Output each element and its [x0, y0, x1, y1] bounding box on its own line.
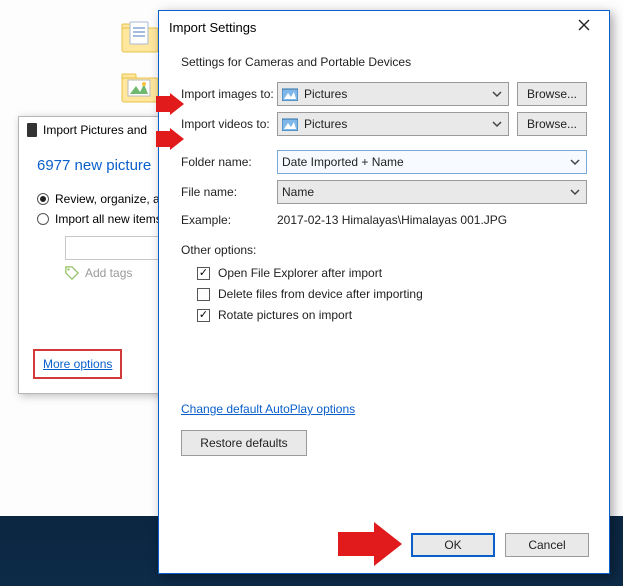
check-delete-after[interactable]: Delete files from device after importing	[197, 284, 587, 304]
browse-videos-button[interactable]: Browse...	[517, 112, 587, 136]
example-value: 2017-02-13 Himalayas\Himalayas 001.JPG	[277, 213, 587, 227]
combo-import-videos[interactable]: Pictures	[277, 112, 509, 136]
chevron-down-icon	[568, 155, 582, 169]
combo-file-name[interactable]: Name	[277, 180, 587, 204]
chevron-down-icon	[490, 87, 504, 101]
pictures-folder-icon	[282, 87, 298, 101]
close-button[interactable]	[569, 18, 599, 37]
radio-icon	[37, 193, 49, 205]
radio-icon	[37, 213, 49, 225]
more-options-highlight: More options	[33, 349, 122, 379]
label-other-options: Other options:	[181, 243, 587, 257]
label-file-name: File name:	[181, 185, 277, 199]
chevron-down-icon	[568, 185, 582, 199]
annotation-arrow-videos	[156, 128, 186, 150]
label-import-videos: Import videos to:	[181, 117, 277, 131]
check-open-explorer[interactable]: Open File Explorer after import	[197, 263, 587, 283]
annotation-arrow-images	[156, 93, 186, 115]
device-icon	[27, 123, 37, 137]
close-icon	[577, 18, 591, 32]
cancel-button[interactable]: Cancel	[505, 533, 589, 557]
wizard-title: Import Pictures and	[43, 123, 147, 137]
check-rotate[interactable]: Rotate pictures on import	[197, 305, 587, 325]
browse-images-button[interactable]: Browse...	[517, 82, 587, 106]
pictures-folder-icon	[282, 117, 298, 131]
autoplay-link[interactable]: Change default AutoPlay options	[181, 402, 355, 416]
more-options-link[interactable]: More options	[43, 357, 112, 371]
import-settings-dialog: Import Settings Settings for Cameras and…	[158, 10, 610, 574]
combo-folder-name[interactable]: Date Imported + Name	[277, 150, 587, 174]
combo-import-images[interactable]: Pictures	[277, 82, 509, 106]
section-heading: Settings for Cameras and Portable Device…	[181, 55, 587, 69]
tag-icon	[65, 266, 79, 280]
checkbox-icon	[197, 309, 210, 322]
checkbox-icon	[197, 288, 210, 301]
restore-defaults-button[interactable]: Restore defaults	[181, 430, 307, 456]
annotation-arrow-ok	[338, 522, 404, 566]
chevron-down-icon	[490, 117, 504, 131]
checkbox-icon	[197, 267, 210, 280]
settings-title: Import Settings	[169, 20, 256, 35]
settings-titlebar[interactable]: Import Settings	[159, 11, 609, 43]
label-import-images: Import images to:	[181, 87, 277, 101]
ok-button[interactable]: OK	[411, 533, 495, 557]
label-example: Example:	[181, 213, 277, 227]
label-folder-name: Folder name:	[181, 155, 277, 169]
desktop-folder-documents[interactable]	[120, 20, 162, 56]
